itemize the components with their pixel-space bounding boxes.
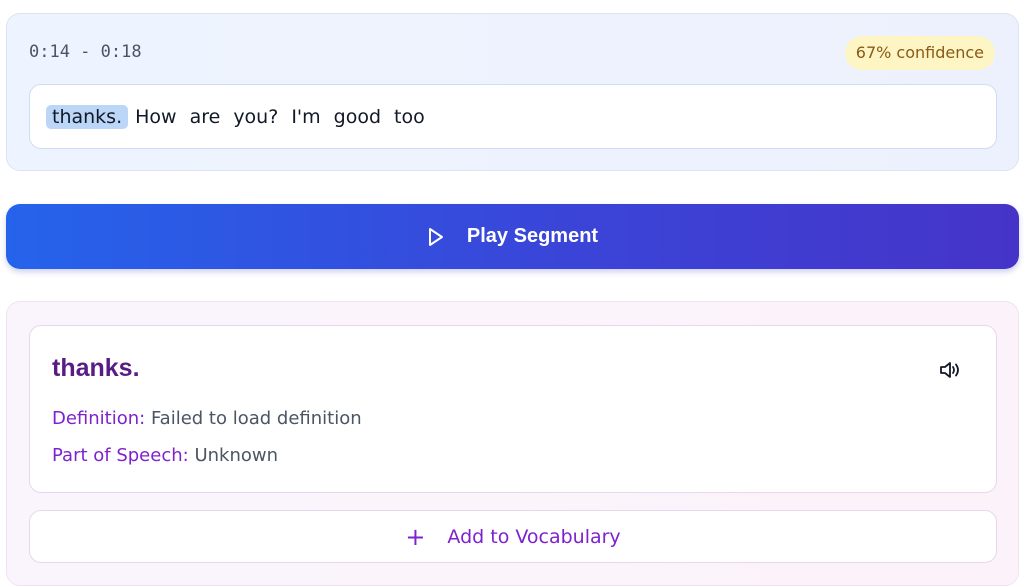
play-segment-button[interactable]: Play Segment	[6, 204, 1019, 269]
part-of-speech-row: Part of Speech: Unknown	[52, 445, 278, 466]
transcript-word[interactable]: too	[388, 105, 431, 129]
definition-card: thanks. Definition: Failed to load defin…	[29, 325, 997, 493]
transcript-word[interactable]: good	[328, 105, 387, 129]
definition-label: Definition:	[52, 408, 146, 429]
definition-row: Definition: Failed to load definition	[52, 408, 362, 429]
part-of-speech-label: Part of Speech:	[52, 445, 189, 466]
segment-time-range: 0:14 - 0:18	[29, 42, 142, 62]
speaker-icon[interactable]	[938, 358, 962, 382]
word-detail-panel: thanks. Definition: Failed to load defin…	[6, 301, 1019, 586]
play-icon	[427, 227, 445, 247]
transcript-box: thanks. How are you? I'm good too	[29, 84, 997, 149]
confidence-badge: 67% confidence	[844, 36, 995, 70]
selected-word-title: thanks.	[52, 354, 140, 382]
transcript-word[interactable]: thanks.	[46, 104, 129, 129]
add-to-vocabulary-label: Add to Vocabulary	[447, 525, 621, 548]
add-to-vocabulary-button[interactable]: + Add to Vocabulary	[29, 510, 997, 563]
segment-card: 0:14 - 0:18 67% confidence thanks. How a…	[6, 13, 1019, 171]
part-of-speech-value: Unknown	[194, 445, 278, 466]
transcript-word[interactable]: you?	[227, 105, 284, 129]
play-segment-label: Play Segment	[466, 225, 599, 247]
transcript-word[interactable]: How	[129, 105, 182, 129]
plus-icon: +	[405, 522, 426, 551]
definition-value: Failed to load definition	[150, 408, 362, 429]
transcript-word[interactable]: I'm	[285, 105, 326, 129]
transcript-word[interactable]: are	[184, 105, 227, 129]
